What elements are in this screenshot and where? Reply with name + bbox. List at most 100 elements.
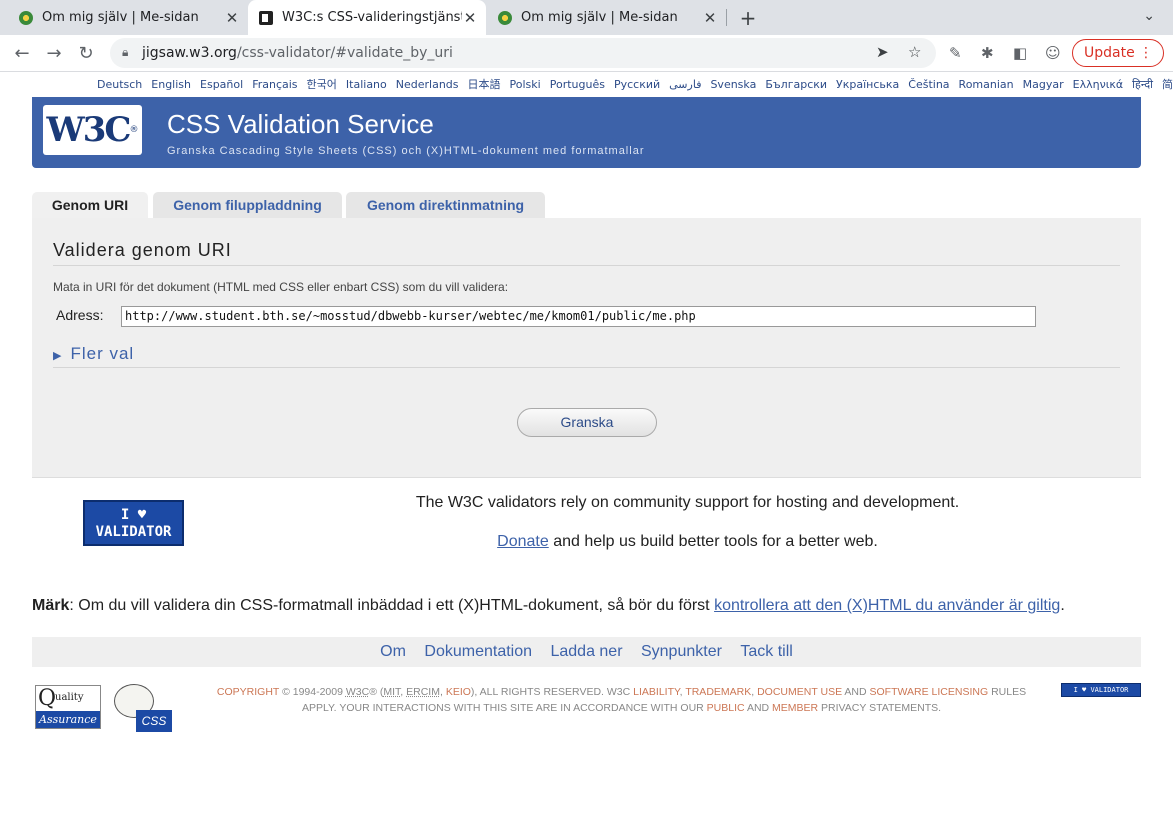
browser-tab-2[interactable]: W3C:s CSS-valideringstjänst ✕	[248, 0, 486, 35]
language-link[interactable]: 简体中文	[1162, 78, 1173, 91]
footer-nav: Om Dokumentation Ladda ner Synpunkter Ta…	[32, 637, 1141, 667]
validate-panel: Validera genom URI Mata in URI för det d…	[32, 218, 1141, 477]
divider	[53, 367, 1120, 368]
language-link[interactable]: Русский	[614, 78, 660, 91]
language-link[interactable]: Български	[765, 78, 827, 91]
tab-by-input[interactable]: Genom direktinmatning	[346, 192, 545, 219]
tab-title: Om mig själv | Me-sidan	[42, 10, 199, 25]
copyright-link[interactable]: COPYRIGHT	[217, 686, 279, 698]
language-link[interactable]: Nederlands	[396, 78, 459, 91]
language-link[interactable]: Español	[200, 78, 243, 91]
copyright-text-4: PRIVACY STATEMENTS.	[821, 702, 942, 714]
close-icon[interactable]: ✕	[462, 9, 478, 27]
url-path: /css-validator/#validate_by_uri	[236, 45, 453, 61]
badge-line-1: I ♥	[120, 507, 147, 523]
triangle-right-icon: ▶	[53, 350, 63, 362]
css-sheep-logo[interactable]: CSS	[106, 682, 172, 732]
page-subtitle: Granska Cascading Style Sheets (CSS) och…	[167, 145, 645, 157]
form-hint: Mata in URI för det dokument (HTML med C…	[53, 280, 509, 294]
liability-link[interactable]: LIABILITY	[633, 686, 680, 698]
language-link[interactable]: Polski	[510, 78, 541, 91]
mit-abbr[interactable]: MIT	[383, 686, 400, 698]
footer-link-download[interactable]: Ladda ner	[550, 643, 622, 660]
note-end: .	[1060, 597, 1065, 614]
back-icon[interactable]: ←	[10, 42, 34, 66]
check-button[interactable]: Granska	[517, 408, 657, 437]
bookmark-star-icon[interactable]: ☆	[908, 43, 921, 61]
eyedropper-icon[interactable]: ✎	[949, 44, 962, 62]
favicon-icon	[259, 10, 273, 25]
ercim-abbr[interactable]: ERCIM	[406, 686, 440, 698]
document-use-link[interactable]: DOCUMENT USE	[757, 686, 842, 698]
language-link[interactable]: 日本語	[468, 78, 501, 91]
language-link[interactable]: 한국어	[307, 78, 337, 91]
member-link[interactable]: MEMBER	[772, 702, 818, 714]
page-title: CSS Validation Service	[167, 109, 434, 139]
language-link[interactable]: Čeština	[908, 78, 949, 91]
language-link[interactable]: Français	[252, 78, 297, 91]
address-bar[interactable]: 🔒︎ jigsaw.w3.org/css-validator/#validate…	[110, 38, 936, 68]
extensions-icon[interactable]: ✱	[981, 44, 994, 62]
language-bar: Deutsch English Español Français 한국어 Italiano…	[97, 76, 1173, 92]
more-options-toggle[interactable]: ▶ Fler val	[53, 344, 134, 364]
w3c-logo-text: W3C	[46, 110, 132, 150]
w3c-logo[interactable]: W3C ®	[43, 105, 142, 155]
quality-assurance-logo[interactable]: Q uality Assurance	[35, 685, 101, 729]
forward-icon[interactable]: →	[42, 42, 66, 66]
language-link[interactable]: Magyar	[1023, 78, 1064, 91]
css-logo-label: CSS	[136, 710, 172, 732]
language-link[interactable]: Italiano	[346, 78, 387, 91]
footer-link-credits[interactable]: Tack till	[740, 643, 792, 660]
language-link[interactable]: فارسی	[669, 78, 701, 91]
i-love-validator-badge[interactable]: I ♥ VALIDATOR	[83, 500, 184, 546]
browser-tab-strip: Om mig själv | Me-sidan ✕ W3C:s CSS-vali…	[0, 0, 1173, 35]
language-link[interactable]: Romanian	[959, 78, 1014, 91]
tab-by-uri[interactable]: Genom URI	[32, 192, 148, 219]
reload-icon[interactable]: ↻	[74, 42, 98, 66]
send-icon[interactable]: ➤	[876, 43, 889, 61]
profile-avatar-icon[interactable]: ☺	[1045, 44, 1061, 62]
language-link[interactable]: Українська	[836, 78, 899, 91]
and-text: AND	[844, 686, 867, 698]
favicon-icon	[19, 10, 33, 25]
keio-link[interactable]: KEIO	[446, 686, 471, 698]
footer-link-about[interactable]: Om	[380, 643, 406, 660]
footer-link-feedback[interactable]: Synpunkter	[641, 643, 722, 660]
qa-uality: uality	[55, 692, 84, 703]
copyright-text-2: ), ALL RIGHTS RESERVED. W3C	[470, 686, 631, 698]
copyright-years: © 1994-2009	[282, 686, 343, 698]
language-link[interactable]: Svenska	[710, 78, 756, 91]
validate-html-link[interactable]: kontrollera att den (X)HTML du använder …	[714, 597, 1060, 614]
public-link[interactable]: PUBLIC	[707, 702, 745, 714]
language-link[interactable]: Português	[550, 78, 605, 91]
tab-by-upload[interactable]: Genom filuppladdning	[153, 192, 342, 219]
mini-validator-badge[interactable]: I ♥ VALIDATOR	[1061, 683, 1141, 697]
support-message: The W3C validators rely on community sup…	[232, 494, 1143, 551]
more-options-label: Fler val	[70, 344, 135, 363]
tab-title: Om mig själv | Me-sidan	[521, 10, 678, 25]
language-link[interactable]: English	[151, 78, 191, 91]
close-icon[interactable]: ✕	[224, 9, 240, 27]
tab-search-chevron-icon[interactable]: ⌄	[1143, 8, 1155, 24]
new-tab-icon[interactable]: +	[738, 6, 758, 30]
footer-link-docs[interactable]: Dokumentation	[424, 643, 532, 660]
divider	[53, 265, 1120, 266]
browser-toolbar: ← → ↻ 🔒︎ jigsaw.w3.org/css-validator/#va…	[0, 35, 1173, 72]
tab-title: W3C:s CSS-valideringstjänst	[282, 10, 462, 25]
language-link[interactable]: Deutsch	[97, 78, 142, 91]
update-button[interactable]: Update ⋮	[1072, 39, 1164, 67]
browser-tab-3[interactable]: Om mig själv | Me-sidan ✕	[486, 0, 726, 35]
support-line-2-text: and help us build better tools for a bet…	[553, 533, 878, 550]
side-panel-icon[interactable]: ◧	[1013, 44, 1027, 62]
close-icon[interactable]: ✕	[702, 9, 718, 27]
language-link[interactable]: हिन्दी	[1132, 78, 1153, 91]
donate-link[interactable]: Donate	[497, 533, 549, 550]
trademark-link[interactable]: TRADEMARK	[685, 686, 751, 698]
software-licensing-link[interactable]: SOFTWARE LICENSING	[870, 686, 989, 698]
qa-q: Q	[38, 686, 57, 711]
language-link[interactable]: Ελληνικά	[1073, 78, 1124, 91]
support-line-2: Donate and help us build better tools fo…	[232, 533, 1143, 551]
browser-tab-1[interactable]: Om mig själv | Me-sidan ✕	[0, 0, 248, 35]
lock-icon[interactable]: 🔒︎	[122, 45, 128, 60]
address-input[interactable]: http://www.student.bth.se/~mosstud/dbweb…	[121, 306, 1036, 327]
